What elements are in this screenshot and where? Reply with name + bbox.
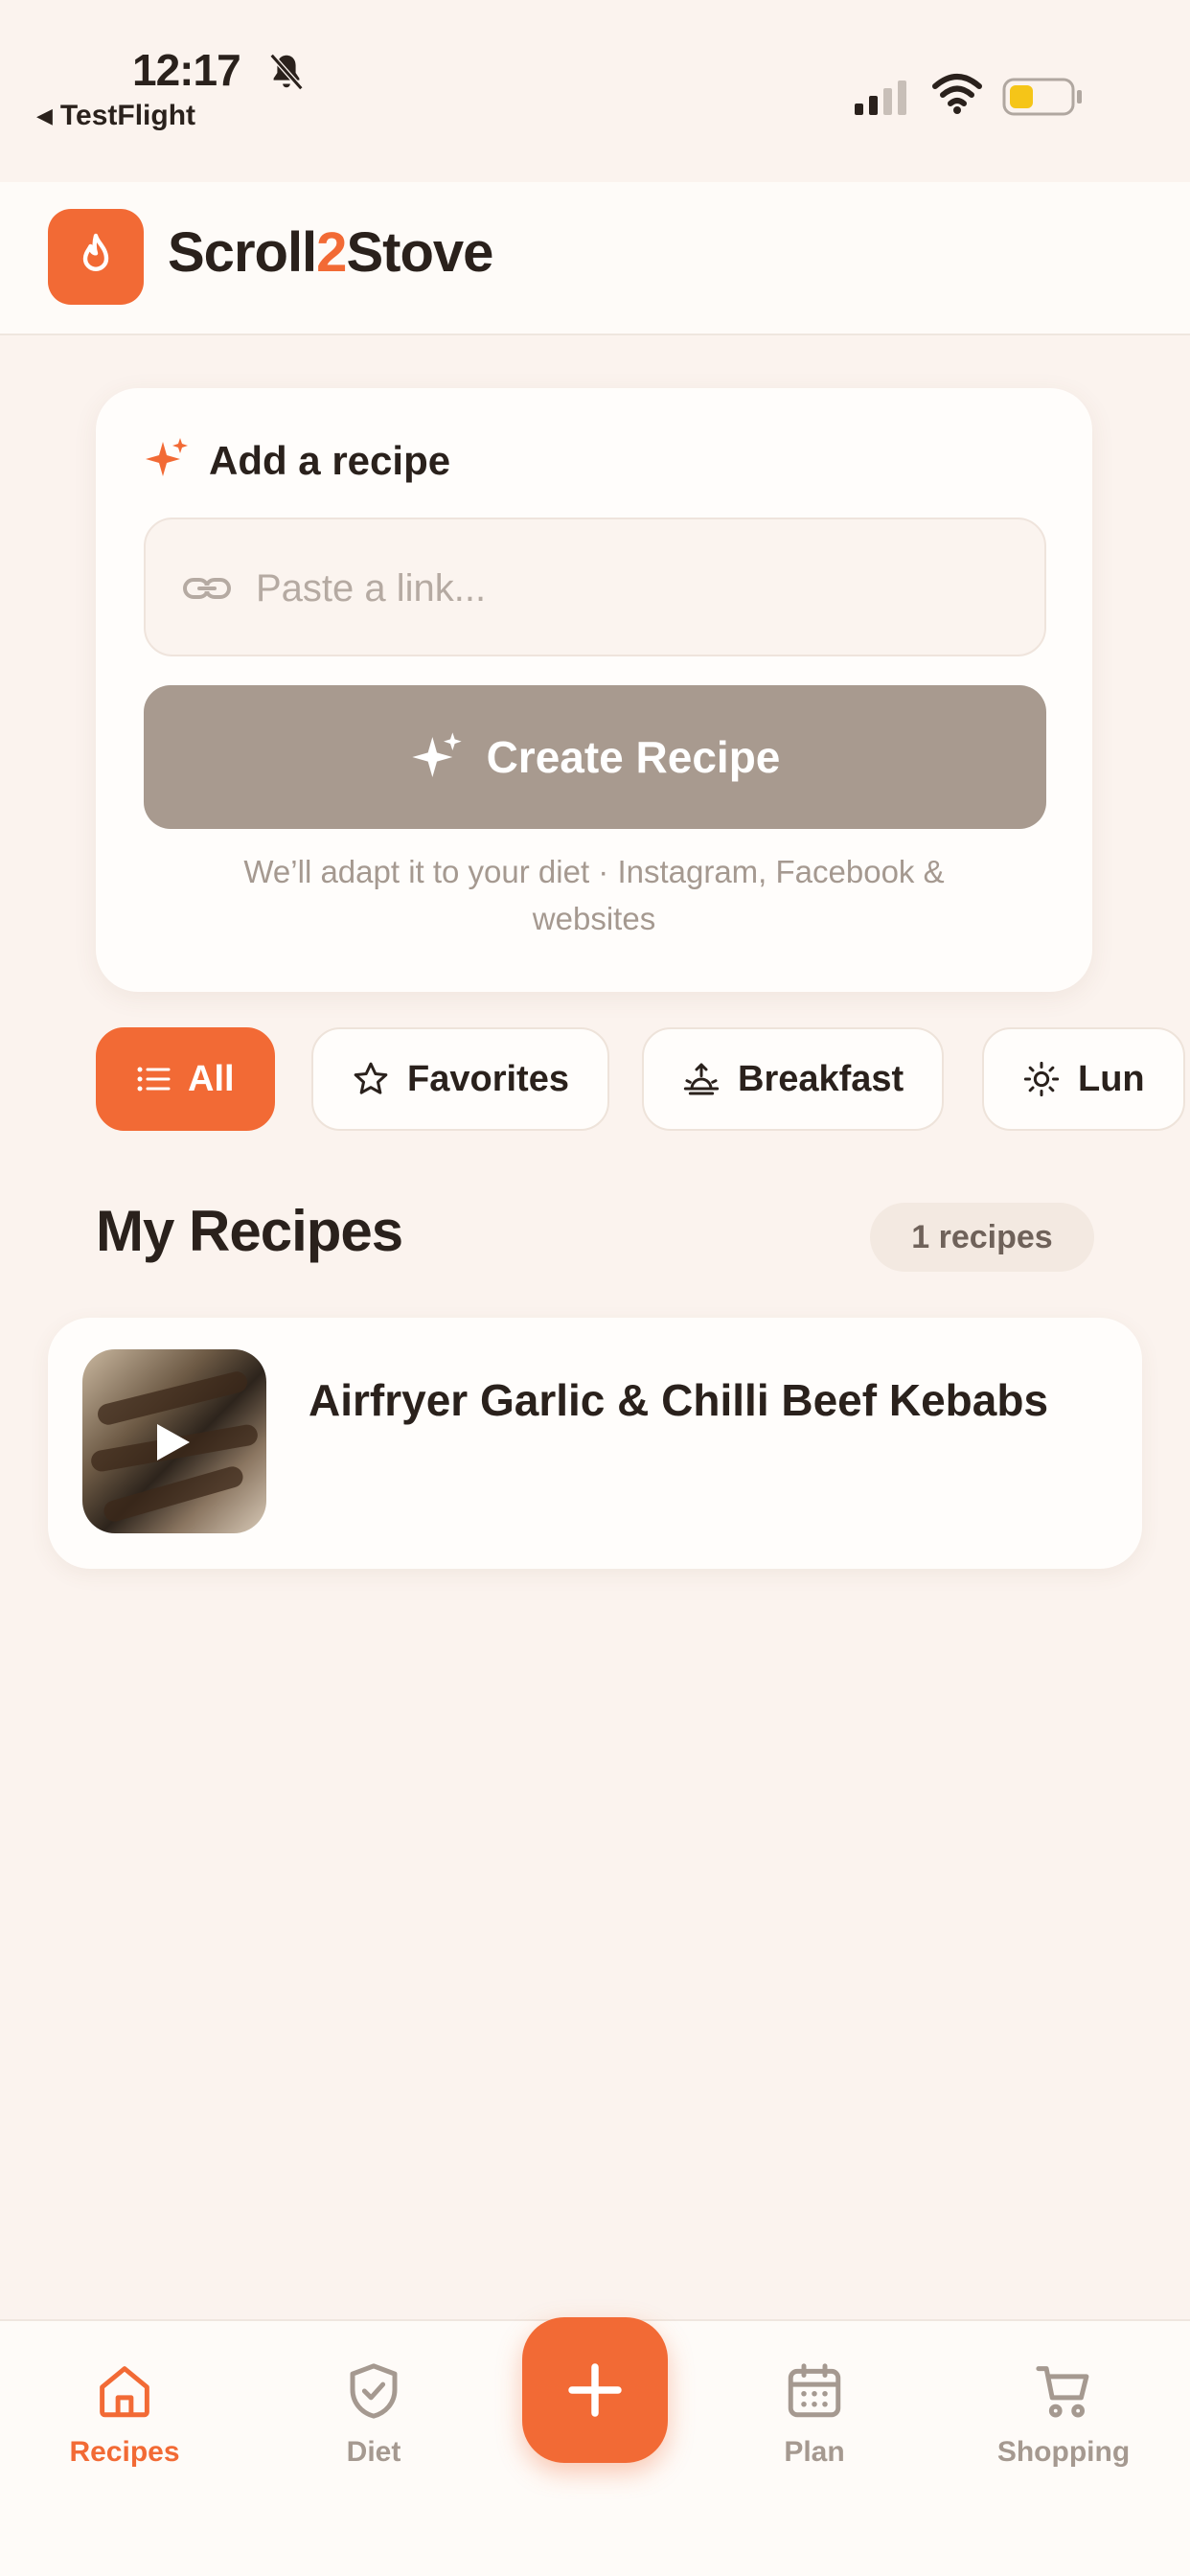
create-recipe-button[interactable]: Create Recipe [144,685,1046,829]
app-screen: 12:17 ◀ TestFlight Scroll2Stove Add a re… [0,0,1190,2576]
bell-slash-icon [269,53,304,91]
brand-number: 2 [316,221,347,284]
flame-icon [82,233,109,271]
brand-prefix: Scroll [168,221,317,284]
paste-link-input[interactable] [256,558,1003,619]
home-icon [100,2366,149,2418]
tab-label: Diet [346,2436,401,2468]
app-header: Scroll2Stove [0,182,1190,335]
add-recipe-title: Add a recipe [209,438,451,483]
shield-check-icon [350,2363,398,2419]
play-icon [157,1424,190,1460]
filter-chip-all[interactable]: All [96,1027,275,1131]
recipe-title: Airfryer Garlic & Chilli Beef Kebabs [309,1375,1049,1425]
tab-label: Recipes [69,2436,180,2468]
list-icon [137,1067,171,1092]
status-bar: 12:17 ◀ TestFlight [0,0,1190,182]
helper-text: We’ll adapt it to your diet · Instagram,… [243,854,945,936]
filter-chip-label: Favorites [407,1058,569,1099]
brand-suffix: Stove [346,221,493,284]
create-recipe-label: Create Recipe [486,732,781,782]
app-brand-name: Scroll2Stove [168,220,493,285]
tab-plan[interactable]: Plan [709,2359,920,2469]
plus-icon [568,2363,622,2417]
filter-chip-label: All [188,1058,235,1099]
filter-chip-label: Breakfast [738,1058,904,1099]
tab-recipes[interactable]: Recipes [19,2359,230,2469]
cellular-signal-icon [855,80,906,115]
filter-chip-label: Lun [1078,1058,1145,1099]
back-triangle-icon: ◀ [36,104,53,127]
app-logo [48,209,144,305]
tab-shopping[interactable]: Shopping [958,2359,1169,2469]
star-icon [354,1062,388,1094]
link-icon [183,578,231,599]
recipe-count-badge: 1 recipes [870,1203,1094,1272]
tab-label: Plan [784,2436,845,2468]
recipe-card[interactable]: Airfryer Garlic & Chilli Beef Kebabs [48,1318,1142,1569]
status-time: 12:17 [132,45,241,95]
paste-link-field[interactable] [144,518,1046,656]
sparkle-icon [146,438,188,476]
sun-icon [1023,1061,1060,1097]
filter-chip-lunch[interactable]: Lun [982,1027,1185,1131]
wifi-icon [932,74,982,114]
back-to-app-link[interactable]: ◀ TestFlight [36,100,195,132]
add-recipe-fab[interactable] [522,2317,668,2463]
filter-chip-breakfast[interactable]: Breakfast [642,1027,945,1131]
add-recipe-card: Add a recipe Create Recipe We’ll adapt i… [96,388,1092,992]
battery-low-icon [1002,78,1082,116]
calendar-icon [788,2363,841,2418]
filter-chips: All Favorites Breakfast Lun [0,1027,1190,1133]
filter-chip-favorites[interactable]: Favorites [311,1027,609,1131]
my-recipes-title: My Recipes [96,1199,403,1263]
tab-label: Shopping [996,2436,1131,2468]
sunrise-icon [683,1063,720,1095]
recipe-thumbnail [82,1349,266,1533]
cart-icon [1036,2366,1089,2418]
back-app-label: TestFlight [59,100,196,131]
tab-diet[interactable]: Diet [268,2359,479,2469]
sparkle-icon [411,732,462,777]
